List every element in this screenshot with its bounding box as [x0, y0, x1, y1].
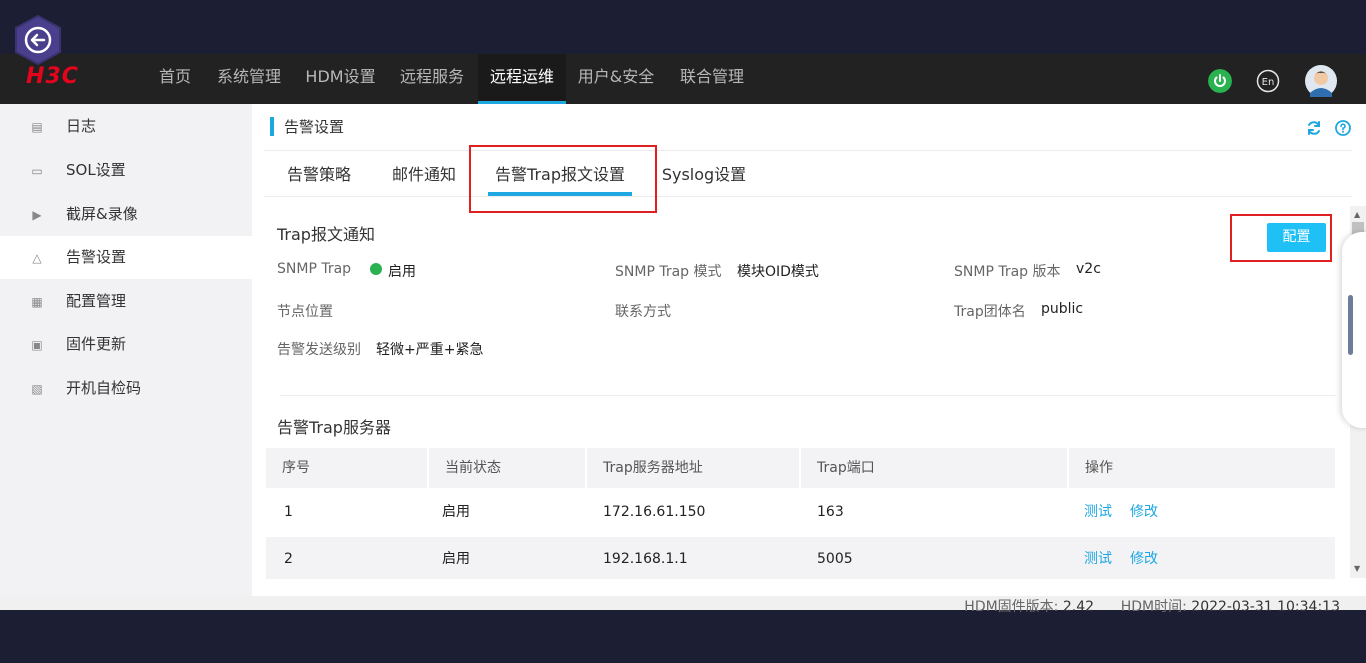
floating-side-panel[interactable]	[1342, 232, 1366, 428]
alarm-icon: △	[32, 251, 42, 265]
title-accent-bar	[270, 117, 274, 136]
sidebar-item-alarm[interactable]: △ 告警设置	[0, 236, 252, 279]
language-label: En	[1262, 77, 1275, 88]
snmp-mode-value: 模块OID模式	[737, 264, 819, 280]
fw-label: HDM固件版本:	[964, 599, 1059, 615]
refresh-icon[interactable]	[1306, 120, 1322, 136]
log-icon: ▤	[31, 120, 43, 134]
community-value: public	[1041, 301, 1084, 317]
sidebar-item-label: 告警设置	[66, 248, 127, 266]
nav-item-user-security[interactable]: 用户&安全	[572, 54, 660, 104]
sidebar-item-label: 配置管理	[66, 292, 127, 310]
sidebar-item-post-code[interactable]: ▧ 开机自检码	[0, 367, 252, 410]
column-header: 序号	[266, 448, 427, 488]
brand-logo: H3C	[26, 64, 79, 89]
config-icon: ▦	[31, 295, 43, 309]
snmp-version-value: v2c	[1076, 261, 1101, 277]
alert-level-value: 轻微+严重+紧急	[376, 342, 484, 358]
post-code-icon: ▧	[31, 382, 43, 396]
page-title: 告警设置	[284, 118, 345, 136]
cell-actions: 测试 修改	[1066, 535, 1176, 583]
tab-alarm-policy[interactable]: 告警策略	[278, 160, 360, 196]
video-icon: ▶	[32, 208, 42, 222]
trap-notify-title: Trap报文通知	[277, 225, 375, 244]
sidebar-item-firmware[interactable]: ▣ 固件更新	[0, 323, 252, 366]
fw-value: 2.42	[1062, 599, 1095, 615]
time-value: 2022-03-31 10:34:13	[1191, 599, 1340, 615]
firmware-icon: ▣	[31, 338, 43, 352]
edit-link[interactable]: 修改	[1130, 504, 1158, 520]
snmp-version-label: SNMP Trap 版本	[954, 264, 1061, 280]
column-header: 操作	[1069, 448, 1335, 488]
sidebar-item-screenshot-video[interactable]: ▶ 截屏&录像	[0, 193, 252, 236]
snmp-mode-label: SNMP Trap 模式	[615, 264, 722, 280]
sidebar-item-label: 固件更新	[66, 335, 127, 353]
cell-status: 启用	[442, 551, 470, 567]
config-button[interactable]: 配置	[1267, 223, 1326, 252]
scroll-down-icon[interactable]: ▼	[1354, 564, 1360, 573]
cell-index: 2	[284, 551, 293, 567]
sidebar-item-log[interactable]: ▤ 日志	[0, 105, 252, 148]
sidebar-item-sol[interactable]: ▭ SOL设置	[0, 149, 252, 192]
test-link[interactable]: 测试	[1084, 551, 1112, 567]
community-label: Trap团体名	[954, 304, 1026, 320]
sidebar-item-label: SOL设置	[66, 161, 126, 179]
time-label: HDM时间:	[1120, 599, 1187, 615]
nav-item-system[interactable]: 系统管理	[209, 54, 289, 104]
tab-syslog[interactable]: Syslog设置	[656, 160, 752, 196]
trap-servers-title: 告警Trap服务器	[277, 418, 391, 437]
edit-link[interactable]: 修改	[1130, 551, 1158, 567]
sidebar-item-label: 截屏&录像	[66, 205, 138, 223]
alert-level-label: 告警发送级别	[277, 342, 361, 358]
column-header: Trap端口	[801, 448, 1067, 488]
nav-item-remote-service[interactable]: 远程服务	[392, 54, 472, 104]
sidebar-item-config[interactable]: ▦ 配置管理	[0, 280, 252, 323]
cell-actions: 测试 修改	[1066, 488, 1176, 536]
cell-port: 5005	[817, 551, 853, 567]
snmp-trap-value: 启用	[388, 264, 416, 280]
user-avatar[interactable]	[1305, 65, 1337, 97]
contact-label: 联系方式	[615, 304, 671, 320]
language-icon[interactable]: En	[1256, 69, 1280, 93]
node-location-label: 节点位置	[277, 304, 333, 320]
divider	[280, 395, 1336, 396]
sidebar-item-label: 开机自检码	[66, 379, 142, 397]
tab-email-notify[interactable]: 邮件通知	[383, 160, 465, 196]
highlight-box	[469, 145, 657, 213]
power-icon[interactable]	[1208, 69, 1232, 93]
cell-index: 1	[284, 504, 293, 520]
nav-item-federation[interactable]: 联合管理	[672, 54, 752, 104]
column-header: Trap服务器地址	[587, 448, 799, 488]
nav-item-remote-ops[interactable]: 远程运维	[478, 54, 566, 104]
cell-status: 启用	[442, 504, 470, 520]
nav-item-hdm[interactable]: HDM设置	[298, 54, 383, 104]
back-icon[interactable]	[14, 14, 62, 66]
cell-address: 172.16.61.150	[603, 504, 706, 520]
column-header: 当前状态	[429, 448, 585, 488]
divider	[264, 150, 1352, 151]
sidebar-item-label: 日志	[66, 117, 97, 135]
snmp-trap-label: SNMP Trap	[277, 261, 352, 277]
scroll-up-icon[interactable]: ▲	[1354, 210, 1360, 219]
footer-info: HDM固件版本: 2.42 HDM时间: 2022-03-31 10:34:13	[964, 596, 1340, 616]
sol-icon: ▭	[31, 164, 43, 178]
floating-panel-handle[interactable]	[1348, 295, 1353, 355]
cell-address: 192.168.1.1	[603, 551, 688, 567]
test-link[interactable]: 测试	[1084, 504, 1112, 520]
help-icon[interactable]	[1335, 120, 1351, 136]
nav-item-home[interactable]: 首页	[151, 54, 199, 104]
status-dot	[370, 263, 382, 275]
divider	[264, 196, 1352, 197]
cell-port: 163	[817, 504, 844, 520]
